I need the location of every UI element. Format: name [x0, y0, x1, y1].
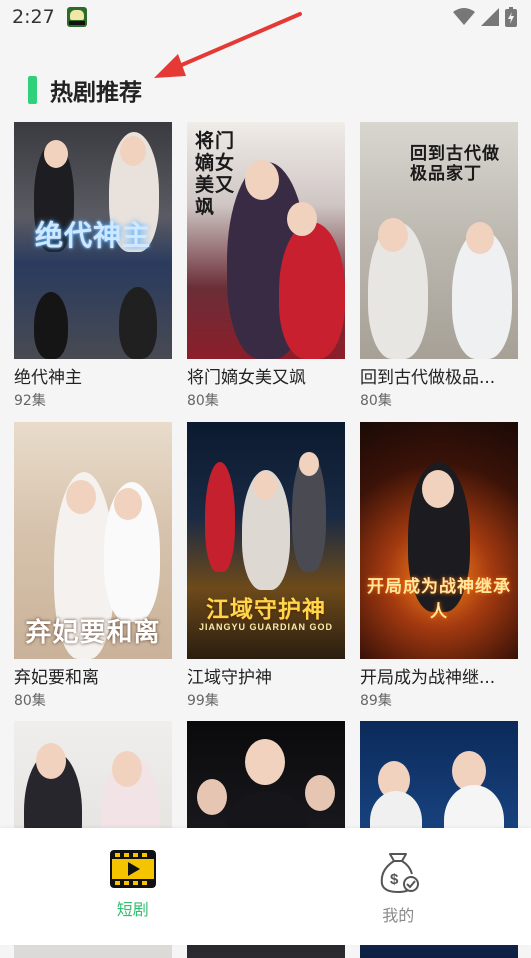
- drama-card[interactable]: 将门嫡女美又飒 将门嫡女美又飒 80集: [187, 122, 345, 410]
- drama-title: 弃妃要和离: [14, 663, 172, 688]
- section-accent-bar: [28, 76, 37, 104]
- film-icon: [110, 850, 156, 888]
- drama-card[interactable]: 回到古代做极品家丁 回到古代做极品... 80集: [360, 122, 518, 410]
- drama-title: 回到古代做极品...: [360, 363, 518, 388]
- drama-card[interactable]: 开局成为战神继承人 开局成为战神继... 89集: [360, 422, 518, 710]
- drama-poster[interactable]: 绝代神主: [14, 122, 172, 359]
- drama-poster[interactable]: 将门嫡女美又飒: [187, 122, 345, 359]
- episode-count: 89集: [360, 690, 518, 710]
- status-time: 2:27: [12, 6, 55, 28]
- money-bag-icon: $: [376, 850, 420, 894]
- status-icons: [453, 7, 517, 27]
- section-header: 热剧推荐: [28, 72, 142, 108]
- drama-poster[interactable]: 开局成为战神继承人: [360, 422, 518, 659]
- drama-card[interactable]: 弃妃要和离 弃妃要和离 80集: [14, 422, 172, 710]
- tab-short-drama[interactable]: 短剧: [0, 828, 266, 945]
- poster-title-art: 江域守护神: [193, 590, 339, 624]
- poster-title-art: 将门嫡女美又飒: [195, 130, 249, 218]
- app-notification-icon: [67, 7, 87, 27]
- battery-icon: [505, 7, 517, 27]
- episode-count: 80集: [187, 390, 345, 410]
- section-title: 热剧推荐: [50, 73, 142, 107]
- poster-title-art: 绝代神主: [20, 214, 166, 254]
- bottom-tab-bar: 短剧 $ 我的: [0, 828, 531, 945]
- cell-signal-icon: [481, 8, 499, 26]
- tab-label: 短剧: [117, 896, 149, 920]
- drama-card[interactable]: 绝代神主 绝代神主 92集: [14, 122, 172, 410]
- drama-poster[interactable]: 江域守护神 JIANGYU GUARDIAN GOD: [187, 422, 345, 659]
- poster-title-art: 回到古代做极品家丁: [410, 144, 512, 184]
- annotation-arrow: [140, 10, 310, 85]
- drama-poster[interactable]: 回到古代做极品家丁: [360, 122, 518, 359]
- poster-title-art: 开局成为战神继承人: [366, 572, 512, 622]
- tab-label: 我的: [382, 902, 414, 926]
- svg-text:$: $: [390, 871, 399, 888]
- episode-count: 80集: [14, 690, 172, 710]
- drama-title: 江域守护神: [187, 663, 345, 688]
- drama-title: 将门嫡女美又飒: [187, 363, 345, 388]
- poster-subtitle-art: JIANGYU GUARDIAN GOD: [193, 622, 339, 632]
- drama-card[interactable]: 江域守护神 JIANGYU GUARDIAN GOD 江域守护神 99集: [187, 422, 345, 710]
- drama-title: 绝代神主: [14, 363, 172, 388]
- drama-title: 开局成为战神继...: [360, 663, 518, 688]
- drama-poster[interactable]: 弃妃要和离: [14, 422, 172, 659]
- episode-count: 80集: [360, 390, 518, 410]
- poster-title-art: 弃妃要和离: [20, 612, 166, 649]
- wifi-icon: [453, 8, 475, 26]
- tab-mine[interactable]: $ 我的: [266, 828, 531, 945]
- episode-count: 92集: [14, 390, 172, 410]
- episode-count: 99集: [187, 690, 345, 710]
